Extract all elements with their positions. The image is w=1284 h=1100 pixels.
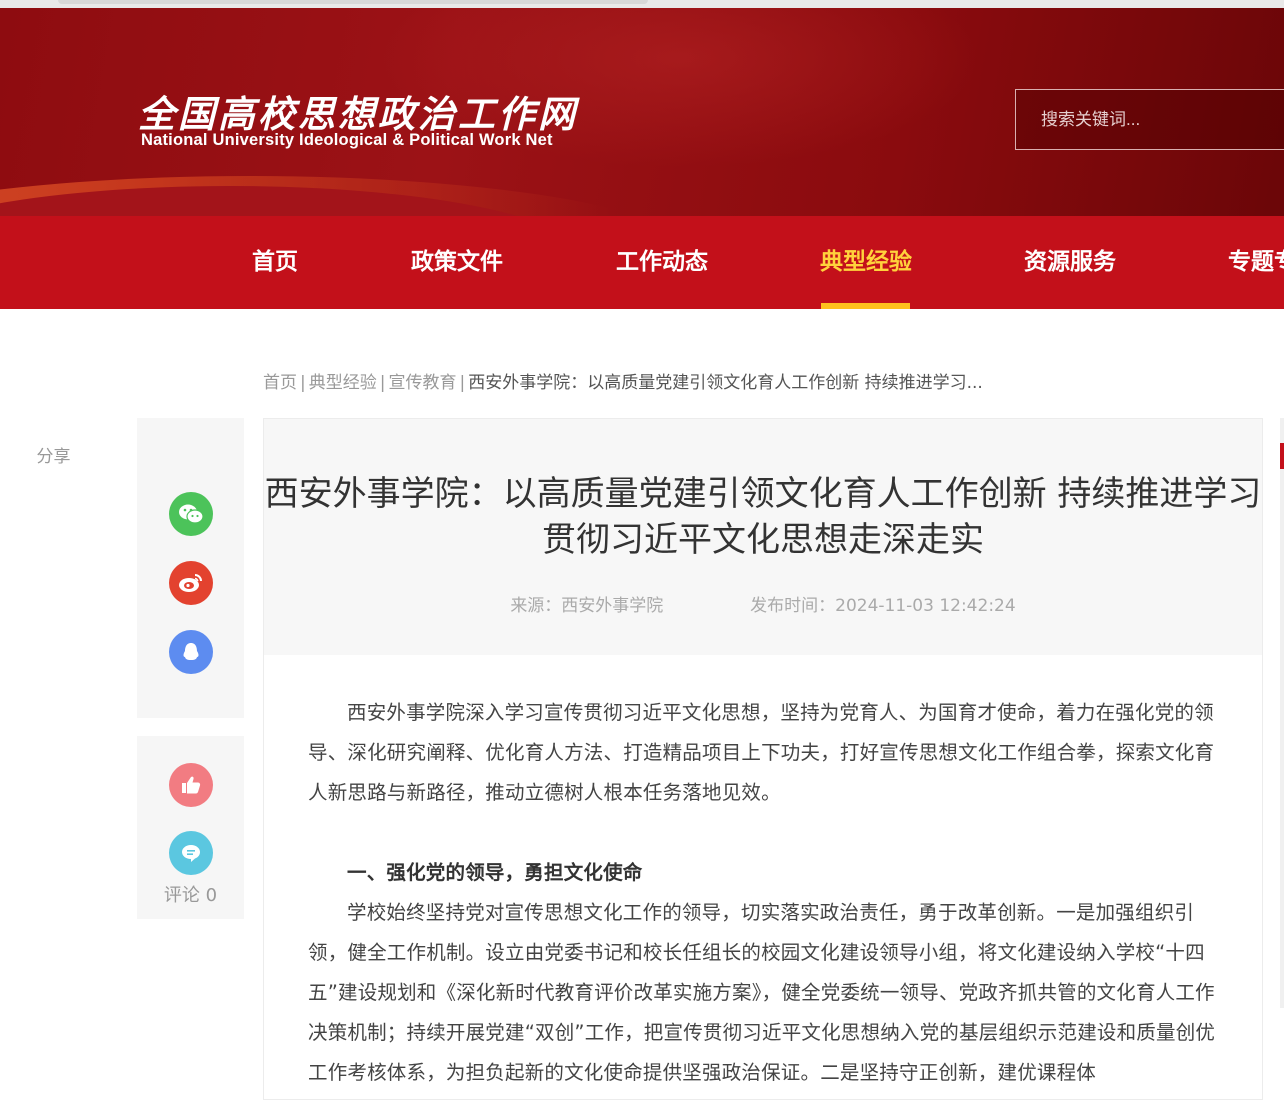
breadcrumb-separator: | — [459, 373, 466, 393]
right-sidebar-edge — [1280, 418, 1284, 1008]
article-body: 西安外事学院深入学习宣传贯彻习近平文化思想，坚持为党育人、为国育才使命，着力在强… — [308, 693, 1220, 1093]
nav-item-policy[interactable]: 政策文件 — [411, 216, 503, 309]
breadcrumb-experience[interactable]: 典型经验 — [309, 373, 377, 393]
breadcrumb-current: 西安外事学院：以高质量党建引领文化育人工作创新 持续推进学习... — [468, 373, 983, 393]
article-source: 来源：西安外事学院 — [510, 596, 664, 616]
article: 西安外事学院：以高质量党建引领文化育人工作创新 持续推进学习贯彻习近平文化思想走… — [263, 418, 1263, 1100]
comment-icon[interactable] — [169, 831, 213, 875]
site-logo-chinese[interactable]: 全国高校思想政治工作网 — [138, 84, 578, 138]
article-title: 西安外事学院：以高质量党建引领文化育人工作创新 持续推进学习贯彻习近平文化思想走… — [264, 474, 1262, 560]
thumbs-up-icon[interactable] — [169, 763, 213, 807]
breadcrumb-education[interactable]: 宣传教育 — [388, 373, 456, 393]
nav-item-topics[interactable]: 专题专 — [1228, 216, 1284, 309]
right-sidebar-marker — [1280, 443, 1284, 469]
tab-shadow — [58, 0, 648, 4]
breadcrumb-separator: | — [379, 373, 386, 393]
qq-icon[interactable] — [169, 630, 213, 674]
browser-top-strip — [0, 0, 1284, 8]
nav-active-indicator — [821, 303, 910, 309]
wechat-icon[interactable] — [169, 492, 213, 536]
article-publish-time: 发布时间：2024-11-03 12:42:24 — [750, 596, 1016, 616]
nav-item-resources[interactable]: 资源服务 — [1024, 216, 1116, 309]
main-nav: 首页 政策文件 工作动态 典型经验 资源服务 专题专 — [0, 216, 1284, 309]
nav-item-experience[interactable]: 典型经验 — [820, 216, 912, 309]
article-paragraph: 学校始终坚持党对宣传思想文化工作的领导，切实落实政治责任，勇于改革创新。一是加强… — [308, 901, 1216, 1084]
article-header: 西安外事学院：以高质量党建引领文化育人工作创新 持续推进学习贯彻习近平文化思想走… — [264, 419, 1262, 655]
article-meta: 来源：西安外事学院 发布时间：2024-11-03 12:42:24 — [264, 591, 1262, 616]
breadcrumb-home[interactable]: 首页 — [263, 373, 297, 393]
share-label: 分享 — [36, 447, 71, 467]
breadcrumb: 首页 | 典型经验 | 宣传教育 | 西安外事学院：以高质量党建引领文化育人工作创新 持续推… — [263, 368, 983, 393]
site-logo-english[interactable]: National University Ideological & Politi… — [141, 131, 553, 150]
nav-item-news[interactable]: 工作动态 — [616, 216, 708, 309]
article-paragraph: 西安外事学院深入学习宣传贯彻习近平文化思想，坚持为党育人、为国育才使命，着力在强… — [308, 701, 1215, 804]
weibo-icon[interactable] — [169, 561, 213, 605]
article-section-heading: 一、强化党的领导，勇担文化使命 — [347, 861, 643, 884]
breadcrumb-separator: | — [300, 373, 306, 393]
comment-count[interactable]: 评论 0 — [137, 881, 244, 907]
nav-item-home[interactable]: 首页 — [252, 216, 298, 309]
search-input[interactable]: 搜索关键词... — [1015, 89, 1284, 150]
